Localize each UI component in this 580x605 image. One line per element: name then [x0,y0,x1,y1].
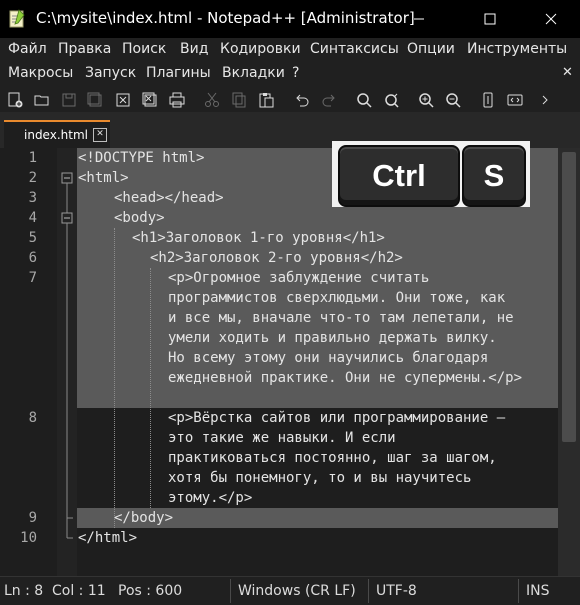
code-line: <p>Вёрстка сайтов или программирование — [168,410,506,426]
save-all-icon[interactable] [84,89,106,111]
code-line: <h2>Заголовок 2-го уровня</h2> [150,250,403,266]
save-icon[interactable] [58,89,80,111]
status-encoding[interactable]: UTF-8 [376,583,417,599]
code-line-wrap: это такие же навыки. И если [168,430,396,446]
s-key-graphic: S [462,145,526,207]
find-icon[interactable] [353,89,375,111]
code-line-wrap: хотя бы понемногу, то и вы научитесь [168,470,472,486]
line-number: 7 [28,270,37,286]
status-line: Ln : 8 [4,583,44,599]
cut-icon[interactable] [201,89,223,111]
line-number-gutter: 1 2 3 4 5 6 7 8 9 10 [0,148,57,576]
line-number: 9 [28,510,37,526]
code-line: <!DOCTYPE html> [78,150,205,166]
menu-bar: Файл Правка Поиск Вид Кодировки Синтакси… [0,38,580,88]
ctrl-key-graphic: Ctrl [338,145,460,207]
menu-settings[interactable]: Опции [407,41,455,57]
line-number: 10 [20,530,37,546]
code-editor[interactable]: 1 2 3 4 5 6 7 8 9 10 <!DOCTYPE html> <ht… [0,148,580,576]
status-position: Pos : 600 [118,583,183,599]
code-line-wrap: ежедневной практике. Они не супермены.</… [168,370,523,386]
code-line: <p>Огромное заблуждение считать [168,270,430,286]
tab-label: index.html [24,128,88,142]
fold-margin [57,148,77,576]
minimize-button[interactable] [396,0,442,38]
status-divider [368,579,369,603]
indent-guide [150,268,151,508]
minimize-icon [414,18,424,20]
indent-guide [114,228,115,528]
tab-close-icon[interactable]: ✕ [93,128,107,142]
vertical-scrollbar[interactable] [558,148,580,576]
close-window-button[interactable] [528,0,574,38]
zoom-out-icon[interactable] [442,89,464,111]
paste-icon[interactable] [255,89,277,111]
print-icon[interactable] [166,89,188,111]
open-file-icon[interactable] [31,89,53,111]
menu-run[interactable]: Запуск [85,65,136,81]
code-line: <h1>Заголовок 1-го уровня</h1> [132,230,385,246]
code-line-wrap: умели ходить и правильно держать вилку. [168,330,497,346]
menu-edit[interactable]: Правка [58,41,111,57]
code-line-wrap: и все мы, вначале что-то там лепетали, н… [168,310,514,326]
redo-icon[interactable] [318,89,340,111]
status-bar: Ln : 8 Col : 11 Pos : 600 Windows (CR LF… [0,576,580,605]
code-line-wrap: практиковаться постоянно, шаг за шагом, [168,450,497,466]
line-number: 3 [28,190,37,206]
replace-icon[interactable] [380,89,402,111]
menu-search[interactable]: Поиск [122,41,166,57]
ctrl-s-shortcut-image: Ctrl S [332,141,530,207]
line-number: 6 [28,250,37,266]
line-number: 1 [28,150,37,166]
line-number: 8 [28,410,37,426]
line-number: 5 [28,230,37,246]
close-all-icon[interactable] [139,89,161,111]
maximize-button[interactable] [467,0,513,38]
status-divider [230,579,231,603]
status-insert-mode[interactable]: INS [526,583,550,599]
menu-help[interactable]: ? [292,65,299,81]
close-icon [545,13,557,25]
code-line: <body> [114,210,165,226]
status-eol[interactable]: Windows (CR LF) [238,583,356,599]
maximize-icon [484,13,496,25]
status-column: Col : 11 [52,583,106,599]
toolbar [0,88,580,112]
window-title: C:\mysite\index.html - Notepad++ [Admini… [36,9,415,27]
line-number: 2 [28,170,37,186]
tab-index-html[interactable]: index.html ✕ [4,120,110,150]
code-line: <html> [78,170,129,186]
undo-icon[interactable] [291,89,313,111]
wrap-icon[interactable] [504,89,526,111]
zoom-in-icon[interactable] [415,89,437,111]
code-line: <head></head> [114,190,224,206]
close-file-icon[interactable] [112,89,134,111]
scrollbar-thumb[interactable] [562,152,576,442]
close-document-x-icon[interactable]: ✕ [562,65,573,80]
code-line: </html> [78,530,138,546]
code-line-wrap: этому.</p> [168,490,253,506]
menu-tools[interactable]: Инструменты [467,41,567,57]
menu-plugins[interactable]: Плагины [146,65,211,81]
notepadpp-app-icon [9,9,25,28]
line-number: 4 [28,210,37,226]
fold-markers [61,172,73,539]
new-file-icon[interactable] [4,89,26,111]
menu-language[interactable]: Синтаксисы [310,41,399,57]
code-line-wrap: программистов сверхлюдьми. Они тоже, как [168,290,506,306]
code-line: </body> [114,510,174,526]
toolbar-overflow-icon[interactable] [534,89,556,111]
copy-icon[interactable] [228,89,250,111]
sync-scroll-icon[interactable] [477,89,499,111]
title-bar: C:\mysite\index.html - Notepad++ [Admini… [0,0,580,38]
menu-window[interactable]: Вкладки [222,65,285,81]
menu-encoding[interactable]: Кодировки [220,41,301,57]
menu-view[interactable]: Вид [180,41,208,57]
code-line-wrap: Но всему этому они научились благодаря [168,350,489,366]
menu-macro[interactable]: Макросы [8,65,73,81]
status-divider [518,579,519,603]
menu-file[interactable]: Файл [8,41,47,57]
